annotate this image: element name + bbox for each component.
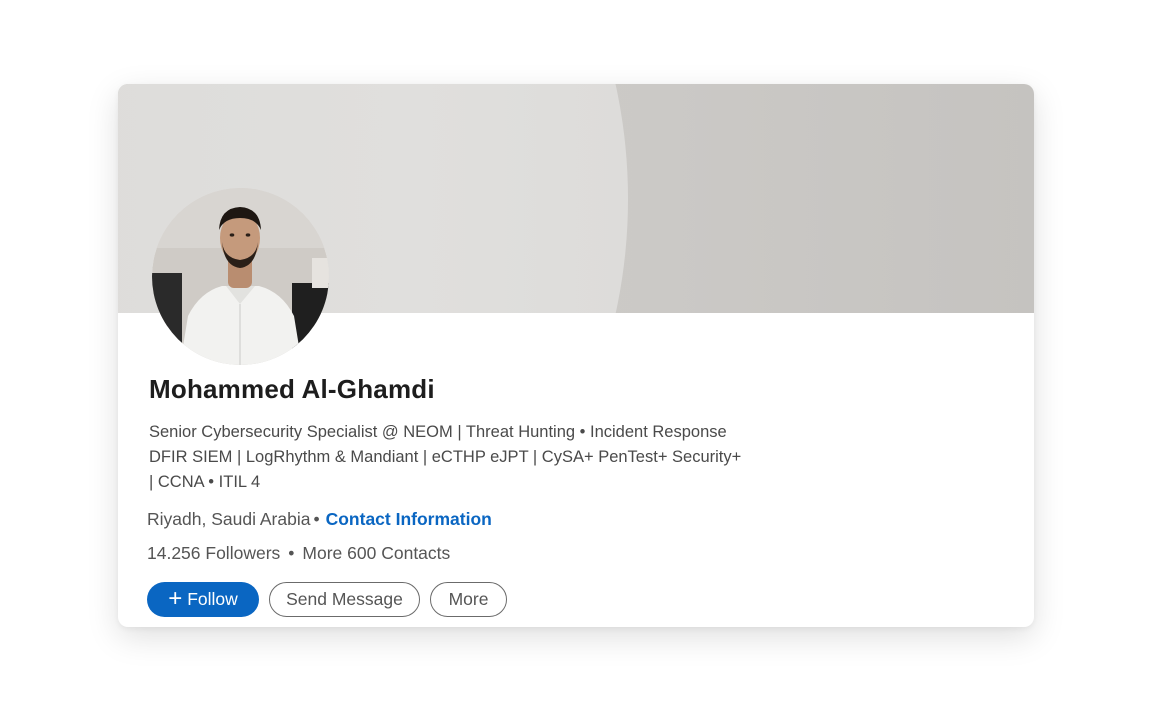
profile-card: Mohammed Al-Ghamdi Senior Cybersecurity … xyxy=(118,84,1034,627)
profile-headline: Senior Cybersecurity Specialist @ NEOM |… xyxy=(149,420,789,495)
profile-name: Mohammed Al-Ghamdi xyxy=(149,374,435,404)
separator-dot: • xyxy=(288,543,295,563)
avatar[interactable] xyxy=(152,188,329,365)
separator-dot: • xyxy=(313,509,320,529)
followers-count: 14.256 Followers xyxy=(147,543,281,563)
location-row: Riyadh, Saudi Arabia • Contact Information xyxy=(147,509,492,530)
send-message-button[interactable]: Send Message xyxy=(269,582,420,617)
contacts-count[interactable]: More 600 Contacts xyxy=(302,543,450,563)
more-button-label: More xyxy=(448,589,489,609)
profile-photo xyxy=(152,188,329,365)
more-button[interactable]: More xyxy=(430,582,507,617)
profile-actions: + Follow Send Message More xyxy=(147,582,507,617)
follow-button-label: Follow xyxy=(187,589,238,609)
contact-info-link[interactable]: Contact Information xyxy=(326,509,492,529)
headline-line: DFIR SIEM | LogRhythm & Mandiant | eCTHP… xyxy=(149,448,742,466)
plus-icon: + xyxy=(168,584,183,612)
send-message-label: Send Message xyxy=(286,589,403,609)
network-stats-row: 14.256 Followers • More 600 Contacts xyxy=(147,543,450,564)
headline-line: | CCNA • ITIL 4 xyxy=(149,473,261,491)
follow-button[interactable]: + Follow xyxy=(147,582,259,617)
headline-line: Senior Cybersecurity Specialist @ NEOM |… xyxy=(149,423,727,441)
location-text: Riyadh, Saudi Arabia xyxy=(147,509,311,529)
